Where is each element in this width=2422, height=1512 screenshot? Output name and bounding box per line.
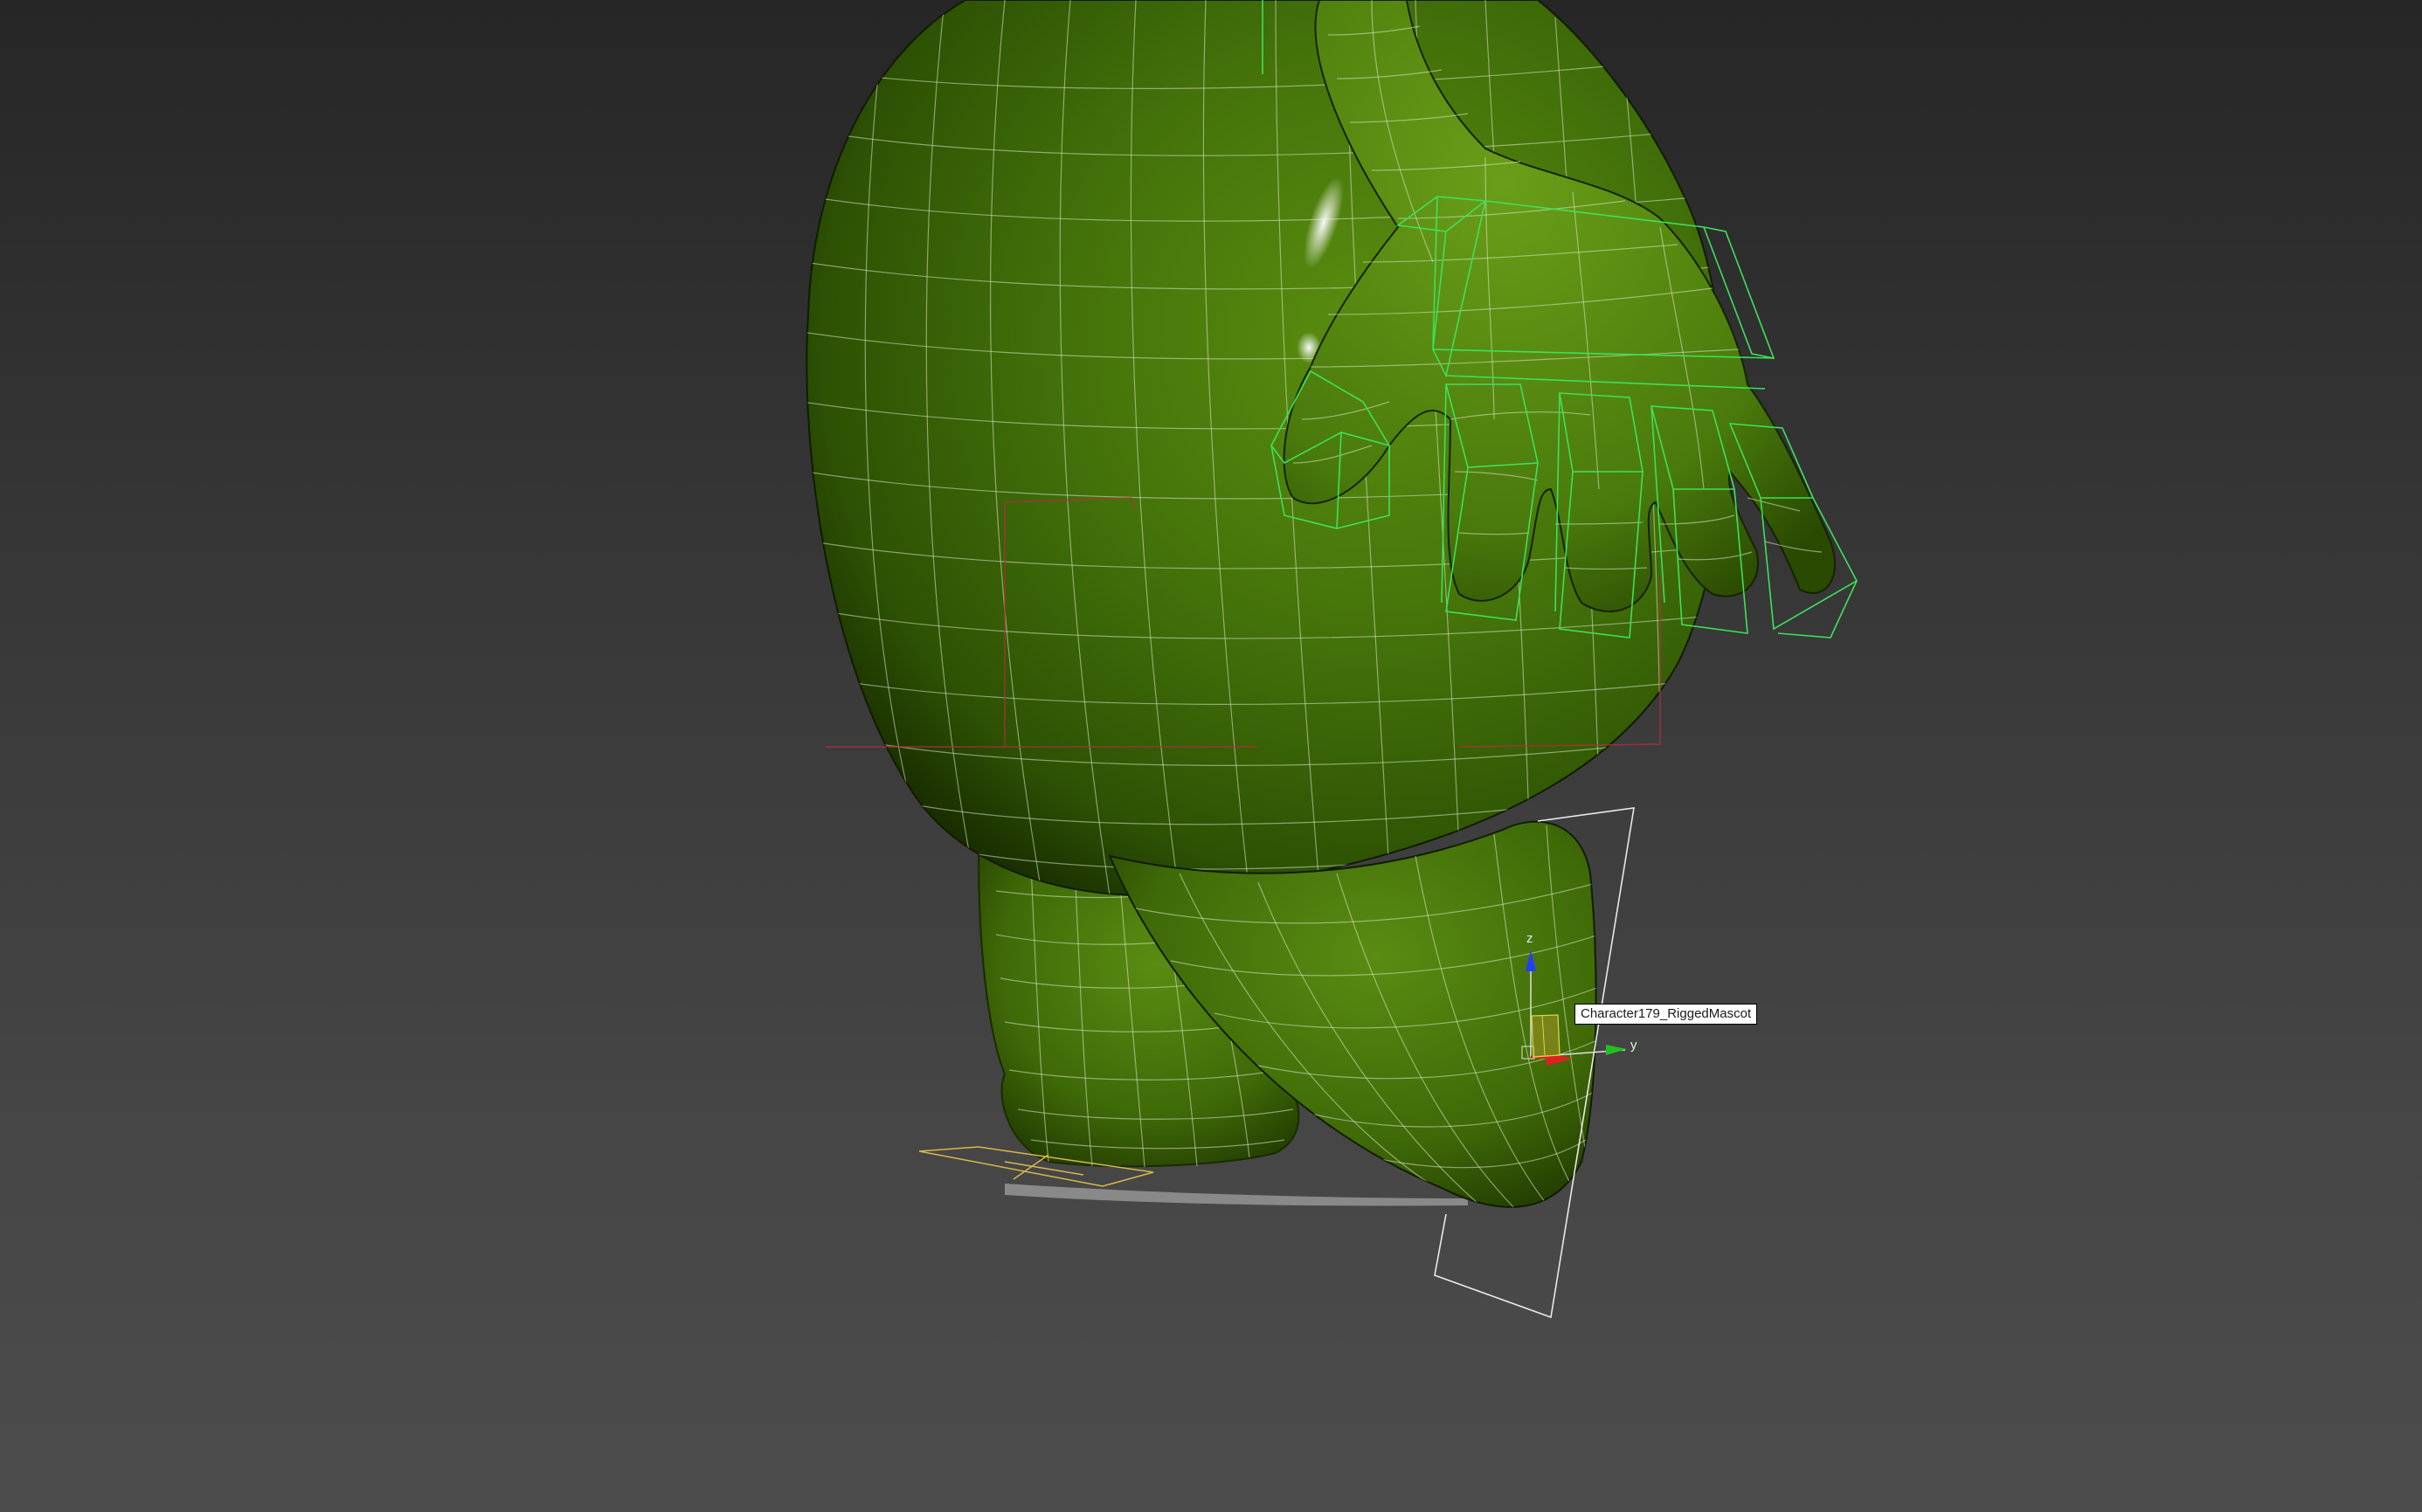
3d-viewport[interactable]: Character179_RiggedMascot z y: [0, 0, 2422, 1512]
scene-canvas[interactable]: [0, 0, 2422, 1512]
y-axis-label: y: [1630, 1038, 1637, 1053]
ground-shadow: [1005, 1184, 1468, 1206]
z-axis-label: z: [1526, 931, 1533, 946]
object-name-tooltip: Character179_RiggedMascot: [1574, 1004, 1758, 1025]
